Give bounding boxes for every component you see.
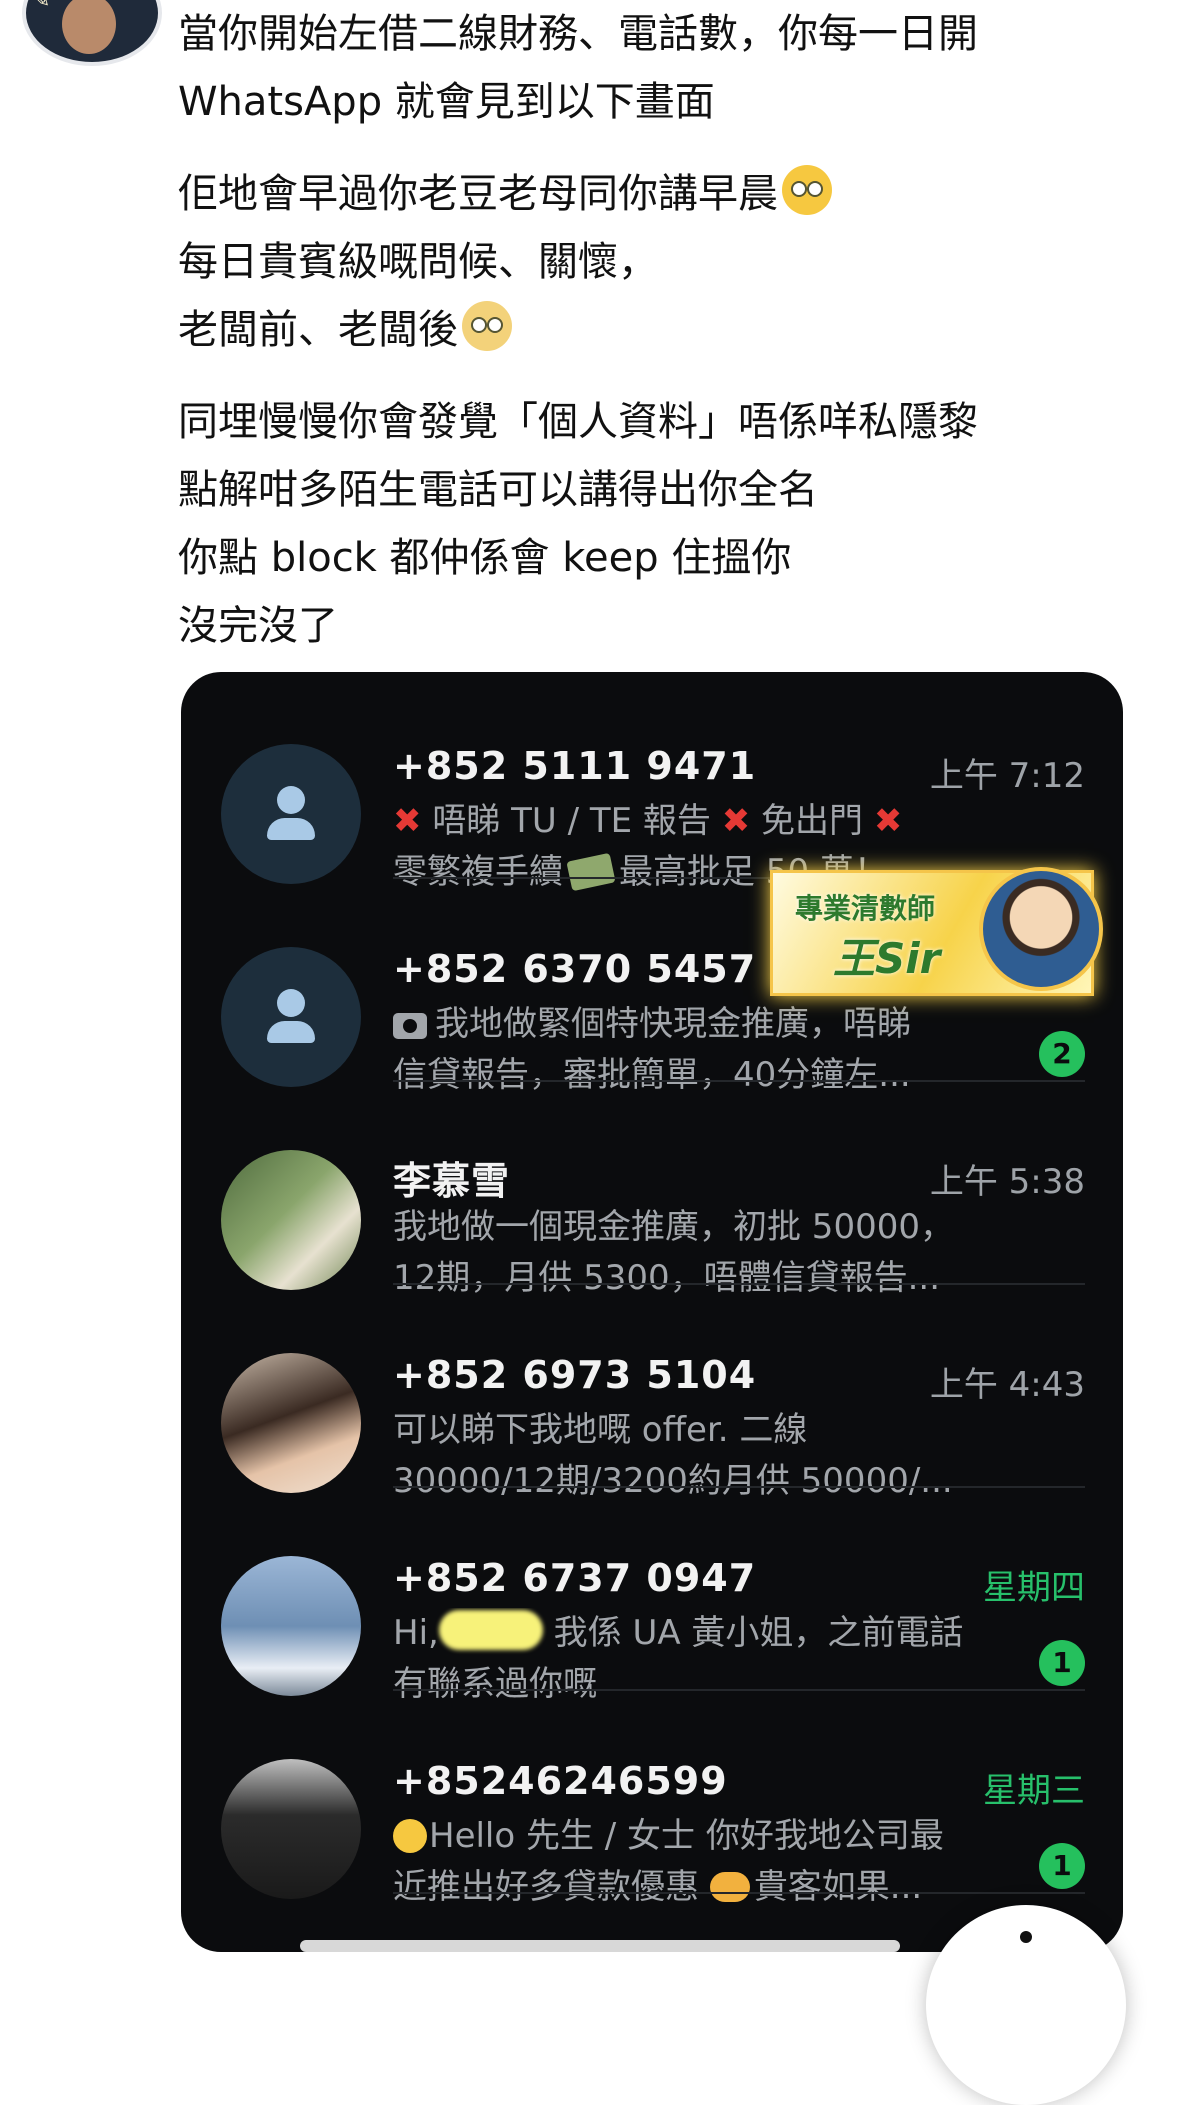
smiling-face-icon <box>393 1819 427 1853</box>
fab-icon <box>1020 1931 1032 1943</box>
unread-badge: 1 <box>1039 1640 1085 1686</box>
contact-photo <box>221 1556 361 1696</box>
chat-preview: Hello 先生 / 女士 你好我地公司最 近推出好多貸款優惠 貴客如果... <box>393 1811 993 1913</box>
redaction-blob <box>438 1610 543 1650</box>
eye-roll-icon <box>462 301 512 351</box>
preview-text: 貴客如果... <box>753 1867 923 1907</box>
camera-icon <box>393 1013 427 1039</box>
post-paragraph-1: 當你開始左借二線財務、電話數，你每一日開 WhatsApp 就會見到以下畫面 <box>178 0 1098 136</box>
post-line-with-emoji: 老闆前、老闆後 <box>178 296 1098 364</box>
watermark-title: 專業清數師 <box>795 892 936 925</box>
chat-time: 星期三 <box>983 1771 1085 1811</box>
chat-row[interactable]: +852 5111 9471 上午 7:12 ✖ 唔睇 TU / TE 報告 ✖… <box>181 672 1123 892</box>
row-divider <box>393 1892 1085 1894</box>
whatsapp-chat-list-screenshot: +852 5111 9471 上午 7:12 ✖ 唔睇 TU / TE 報告 ✖… <box>181 672 1123 1952</box>
post-line: 沒完沒了 <box>178 603 338 649</box>
unread-badge: 1 <box>1039 1843 1085 1889</box>
chat-name: 李慕雪 <box>393 1159 511 1203</box>
post-line: 點解咁多陌生電話可以講得出你全名 <box>178 467 818 513</box>
preview-line: 可以睇下我地嘅 offer. 二線 <box>393 1410 808 1450</box>
watermark-name: 王Sir <box>833 934 941 983</box>
chat-time: 上午 5:38 <box>929 1162 1085 1202</box>
cross-mark-icon: ✖ <box>721 801 751 841</box>
person-icon-body <box>267 1021 315 1043</box>
chat-time: 上午 4:43 <box>929 1365 1085 1405</box>
heart-hands-icon <box>709 1872 750 1902</box>
preview-text: 我地做緊個特快現金推廣，唔睇 <box>435 1004 911 1044</box>
contact-photo <box>221 1353 361 1493</box>
post-line-with-emoji: 佢地會早過你老豆老母同你講早晨 <box>178 160 1098 228</box>
preview-line: 我地做一個現金推廣，初批 50000， <box>393 1207 954 1247</box>
preview-text: Hello 先生 / 女士 你好我地公司最 <box>429 1816 944 1856</box>
unread-badge: 2 <box>1039 1031 1085 1077</box>
preview-line: Hi, 我係 UA 黃小姐，之前電話 <box>393 1608 993 1659</box>
post-line: 當你開始左借二線財務、電話數，你每一日開 <box>178 11 978 57</box>
preview-text: 免出門 <box>761 801 864 841</box>
post-body: 當你開始左借二線財務、電話數，你每一日開 WhatsApp 就會見到以下畫面 佢… <box>178 0 1098 684</box>
contact-photo <box>221 1759 361 1899</box>
chat-time: 星期四 <box>983 1568 1085 1608</box>
default-avatar <box>221 744 361 884</box>
chat-name: +852 6973 5104 <box>393 1353 757 1397</box>
chat-row[interactable]: +852 6973 5104 上午 4:43 可以睇下我地嘅 offer. 二線… <box>181 1281 1123 1501</box>
person-icon-body <box>267 818 315 840</box>
cross-mark-icon: ✖ <box>393 801 422 841</box>
preview-line: 我地做緊個特快現金推廣，唔睇 <box>393 999 993 1050</box>
post-line: 同埋慢慢你會發覺「個人資料」唔係咩私隱黎 <box>178 399 978 445</box>
post-line: 每日貴賓級嘅問候、關懷， <box>178 239 658 285</box>
post-line-text: 佢地會早過你老豆老母同你講早晨 <box>178 171 778 217</box>
rolling-laughing-icon <box>782 165 832 215</box>
cross-mark-icon: ✖ <box>873 801 903 841</box>
watermark-banner: 專業清數師 王Sir <box>770 867 1103 996</box>
default-avatar <box>221 947 361 1087</box>
preview-text: 我係 UA 黃小姐，之前電話 <box>553 1613 964 1653</box>
chat-name: +852 5111 9471 <box>393 744 757 788</box>
chat-row[interactable]: 李慕雪 上午 5:38 我地做一個現金推廣，初批 50000， 12期，月供 5… <box>181 1078 1123 1298</box>
chat-row[interactable]: +85246246599 星期三 Hello 先生 / 女士 你好我地公司最 近… <box>181 1687 1123 1907</box>
post-line: WhatsApp 就會見到以下畫面 <box>178 79 715 125</box>
person-icon <box>277 786 305 814</box>
chat-name: +85246246599 <box>393 1759 728 1803</box>
avatar-signature-icon: ✎ <box>32 0 51 13</box>
preview-text: Hi, <box>393 1613 439 1653</box>
poster-face <box>62 0 116 54</box>
post-line: 你點 block 都仲係會 keep 住搵你 <box>178 535 792 581</box>
chat-name: +852 6370 5457 <box>393 947 757 991</box>
contact-photo <box>221 1150 361 1290</box>
chat-row[interactable]: +852 6737 0947 星期四 Hi, 我係 UA 黃小姐，之前電話 有聯… <box>181 1484 1123 1704</box>
post-paragraph-2: 佢地會早過你老豆老母同你講早晨 每日貴賓級嘅問候、關懷， 老闆前、老闆後 <box>178 160 1098 364</box>
preview-line: ✖ 唔睇 TU / TE 報告 ✖ 免出門 ✖ <box>393 796 993 847</box>
screenshot-bottom-edge <box>300 1940 900 1952</box>
preview-line: 近推出好多貸款優惠 貴客如果... <box>393 1862 993 1913</box>
person-icon <box>277 989 305 1017</box>
post-line-text: 老闆前、老闆後 <box>178 307 458 353</box>
poster-avatar[interactable]: ✎ <box>22 0 162 66</box>
preview-text: 唔睇 TU / TE 報告 <box>432 801 711 841</box>
chat-name: +852 6737 0947 <box>393 1556 757 1600</box>
preview-text: 近推出好多貸款優惠 <box>393 1867 699 1907</box>
preview-line: Hello 先生 / 女士 你好我地公司最 <box>393 1811 993 1862</box>
watermark-avatar <box>979 867 1103 991</box>
floating-action-button[interactable] <box>926 1905 1126 2105</box>
chat-time: 上午 7:12 <box>929 756 1085 796</box>
post-paragraph-3: 同埋慢慢你會發覺「個人資料」唔係咩私隱黎 點解咁多陌生電話可以講得出你全名 你點… <box>178 388 1098 660</box>
